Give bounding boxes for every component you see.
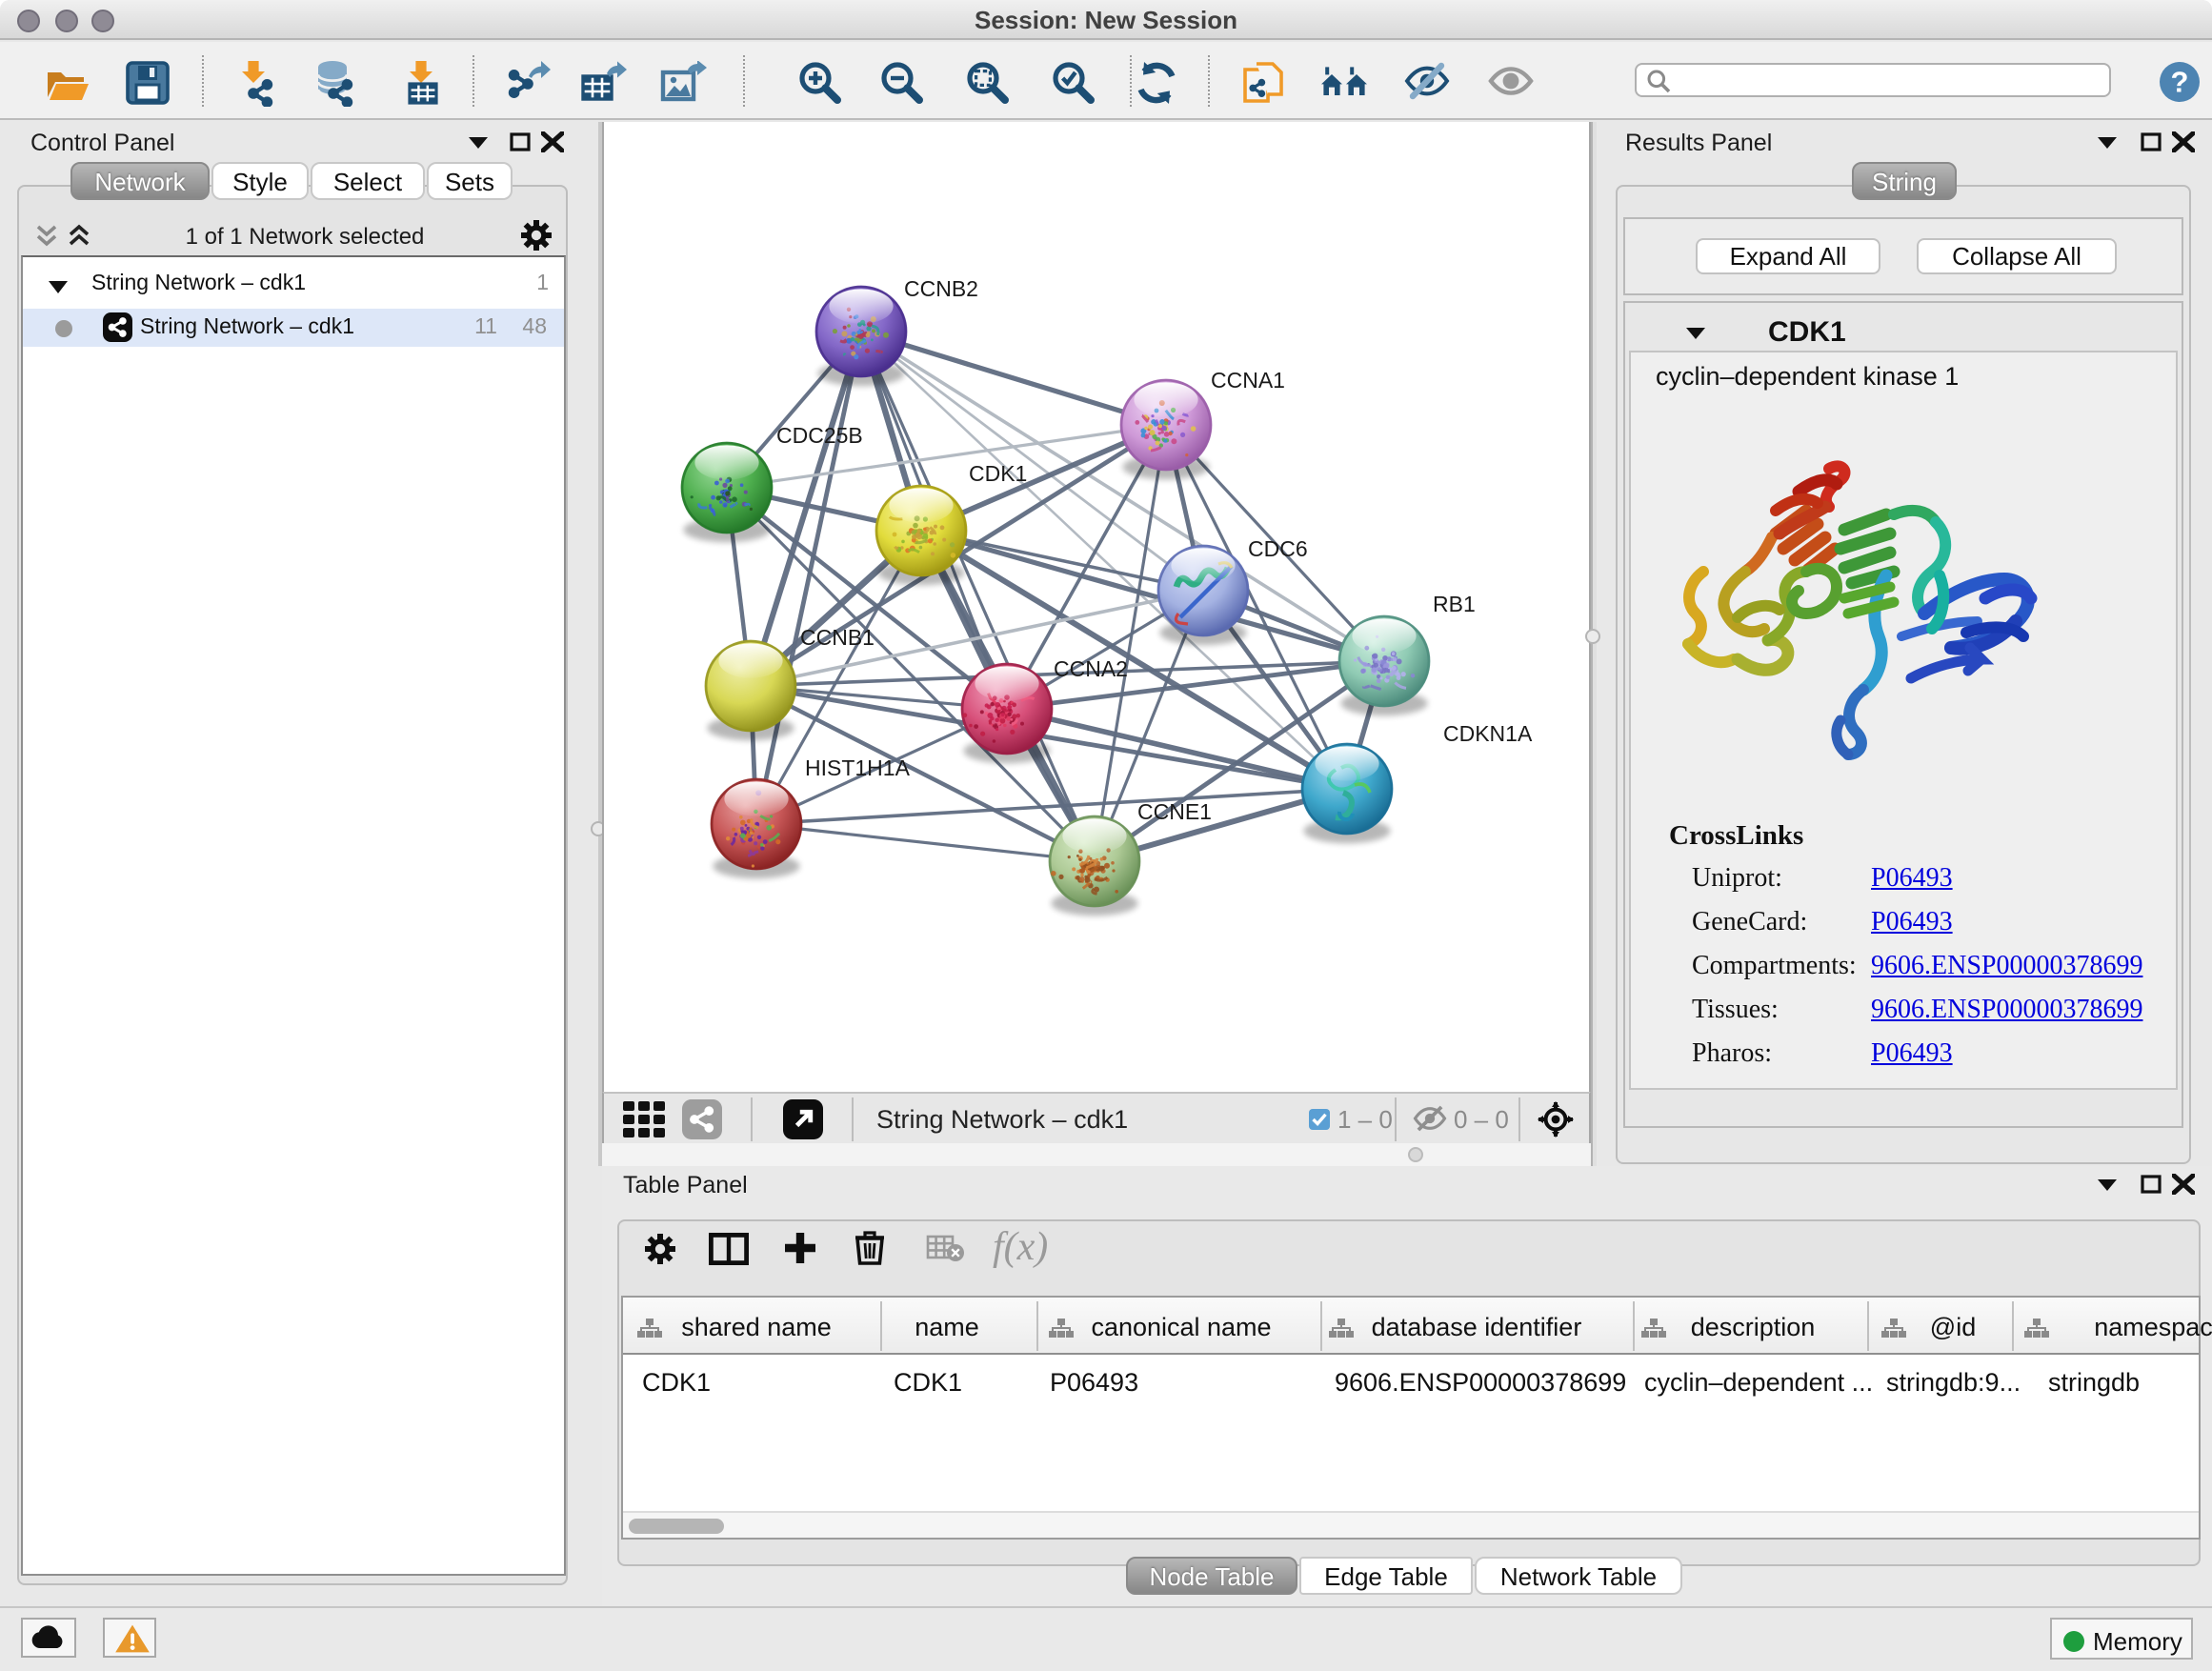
svg-text:HIST1H1A: HIST1H1A bbox=[805, 755, 911, 780]
svg-text:CDC6: CDC6 bbox=[1248, 536, 1308, 561]
svg-text:CDK1: CDK1 bbox=[969, 461, 1027, 486]
svg-text:CCNE1: CCNE1 bbox=[1137, 799, 1212, 824]
svg-text:RB1: RB1 bbox=[1433, 592, 1476, 616]
svg-text:CCNA1: CCNA1 bbox=[1211, 368, 1285, 393]
svg-text:CDC25B: CDC25B bbox=[776, 423, 863, 448]
svg-text:CCNB2: CCNB2 bbox=[904, 276, 978, 301]
svg-text:CDKN1A: CDKN1A bbox=[1443, 721, 1533, 746]
svg-text:CCNA2: CCNA2 bbox=[1054, 656, 1128, 681]
svg-text:?: ? bbox=[2171, 65, 2189, 98]
svg-text:CCNB1: CCNB1 bbox=[800, 625, 875, 650]
